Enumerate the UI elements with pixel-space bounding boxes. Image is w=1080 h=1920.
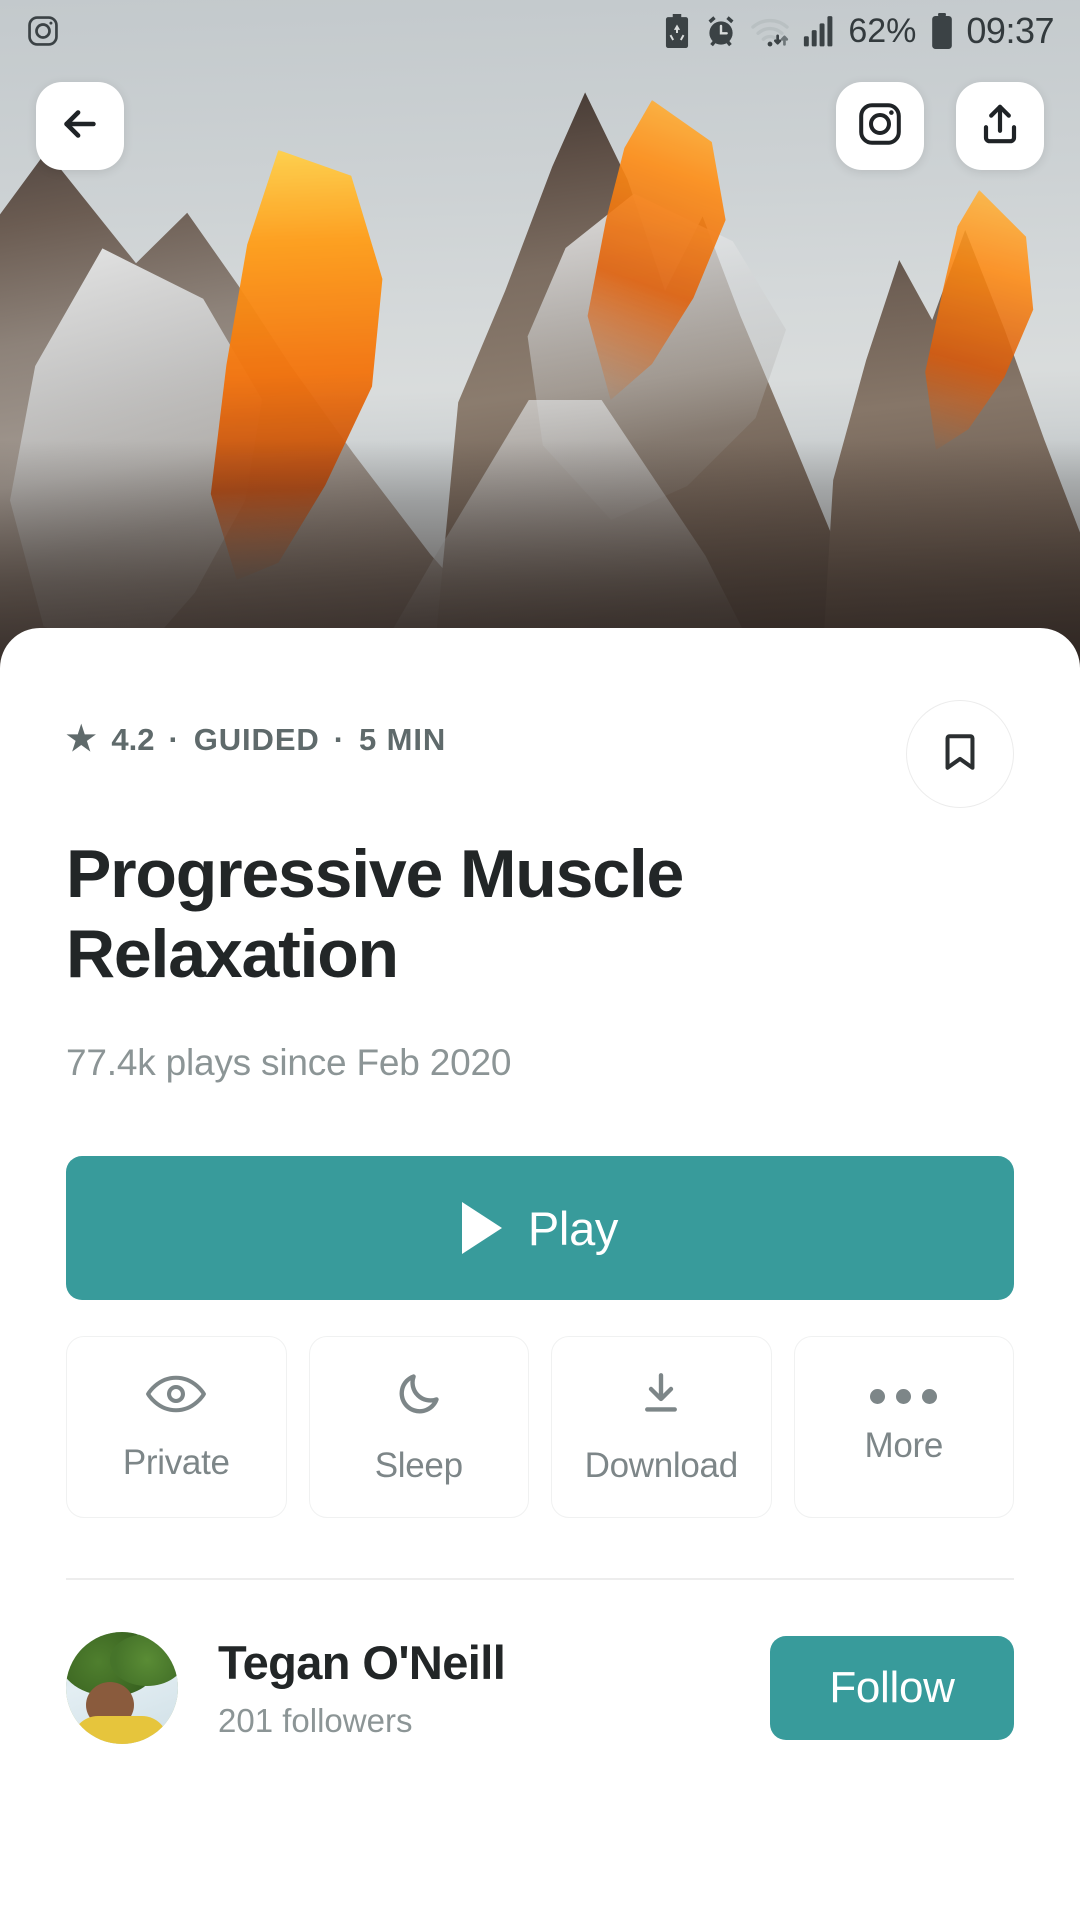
play-button-label: Play [527, 1201, 619, 1255]
private-button[interactable]: Private [66, 1336, 287, 1519]
more-button-label: More [864, 1425, 944, 1465]
rating-value: 4.2 [111, 722, 155, 757]
star-icon: ★ [66, 720, 98, 758]
play-button[interactable]: Play [66, 1156, 1014, 1301]
share-button[interactable] [956, 82, 1044, 170]
download-button[interactable]: Download [551, 1336, 772, 1519]
battery-percent-label: 62% [848, 11, 917, 50]
meta-separator-1: · [168, 722, 180, 757]
share-upload-icon [976, 100, 1024, 153]
status-bar: 62% 09:37 [0, 0, 1080, 62]
content-meta: ★ 4.2 · GUIDED · 5 MIN [66, 722, 446, 758]
download-button-label: Download [584, 1445, 739, 1485]
clock-label: 09:37 [966, 10, 1054, 51]
wifi-icon [750, 14, 790, 48]
bookmark-button[interactable] [906, 700, 1014, 808]
battery-icon [930, 13, 954, 49]
bookmark-icon [937, 729, 983, 780]
back-arrow-icon [57, 101, 103, 152]
sleep-button-label: Sleep [374, 1445, 463, 1485]
top-navigation [0, 76, 1080, 176]
author-followers: 201 followers [218, 1702, 413, 1740]
instagram-share-button[interactable] [836, 82, 924, 170]
signal-icon [802, 15, 836, 47]
ellipsis-icon [870, 1388, 938, 1404]
back-button[interactable] [36, 82, 124, 170]
status-bar-indicators: 62% 09:37 [662, 10, 1054, 52]
play-count-label: 77.4k plays since Feb 2020 [66, 1042, 512, 1084]
eye-icon [145, 1372, 207, 1421]
duration-label: 5 MIN [358, 722, 447, 757]
author-name: Tegan O'Neill [218, 1636, 506, 1690]
play-triangle-icon [461, 1202, 502, 1255]
section-divider [66, 1578, 1014, 1580]
content-sheet: ★ 4.2 · GUIDED · 5 MIN Progressive Muscl… [0, 628, 1080, 1920]
private-button-label: Private [122, 1442, 230, 1482]
download-icon [636, 1369, 686, 1424]
meta-row: ★ 4.2 · GUIDED · 5 MIN [66, 628, 1014, 808]
author-row: Tegan O'Neill 201 followers Follow [66, 1631, 1014, 1744]
top-nav-actions [836, 82, 1044, 170]
moon-icon [394, 1369, 444, 1424]
page-title: Progressive Muscle Relaxation [66, 836, 684, 993]
more-button[interactable]: More [793, 1336, 1014, 1519]
follow-button[interactable]: Follow [770, 1635, 1014, 1740]
battery-saver-icon [662, 14, 692, 48]
alarm-icon [704, 14, 738, 48]
status-bar-notifications [26, 14, 60, 48]
follow-button-label: Follow [829, 1662, 955, 1712]
content-type-label: GUIDED [193, 722, 320, 757]
instagram-icon [26, 14, 60, 48]
author-info[interactable]: Tegan O'Neill 201 followers [218, 1635, 730, 1740]
action-buttons-row: Private Sleep Download More [66, 1336, 1014, 1519]
sleep-button[interactable]: Sleep [308, 1336, 529, 1519]
meta-separator-2: · [333, 722, 345, 757]
instagram-icon [856, 100, 904, 153]
avatar[interactable] [66, 1631, 178, 1744]
